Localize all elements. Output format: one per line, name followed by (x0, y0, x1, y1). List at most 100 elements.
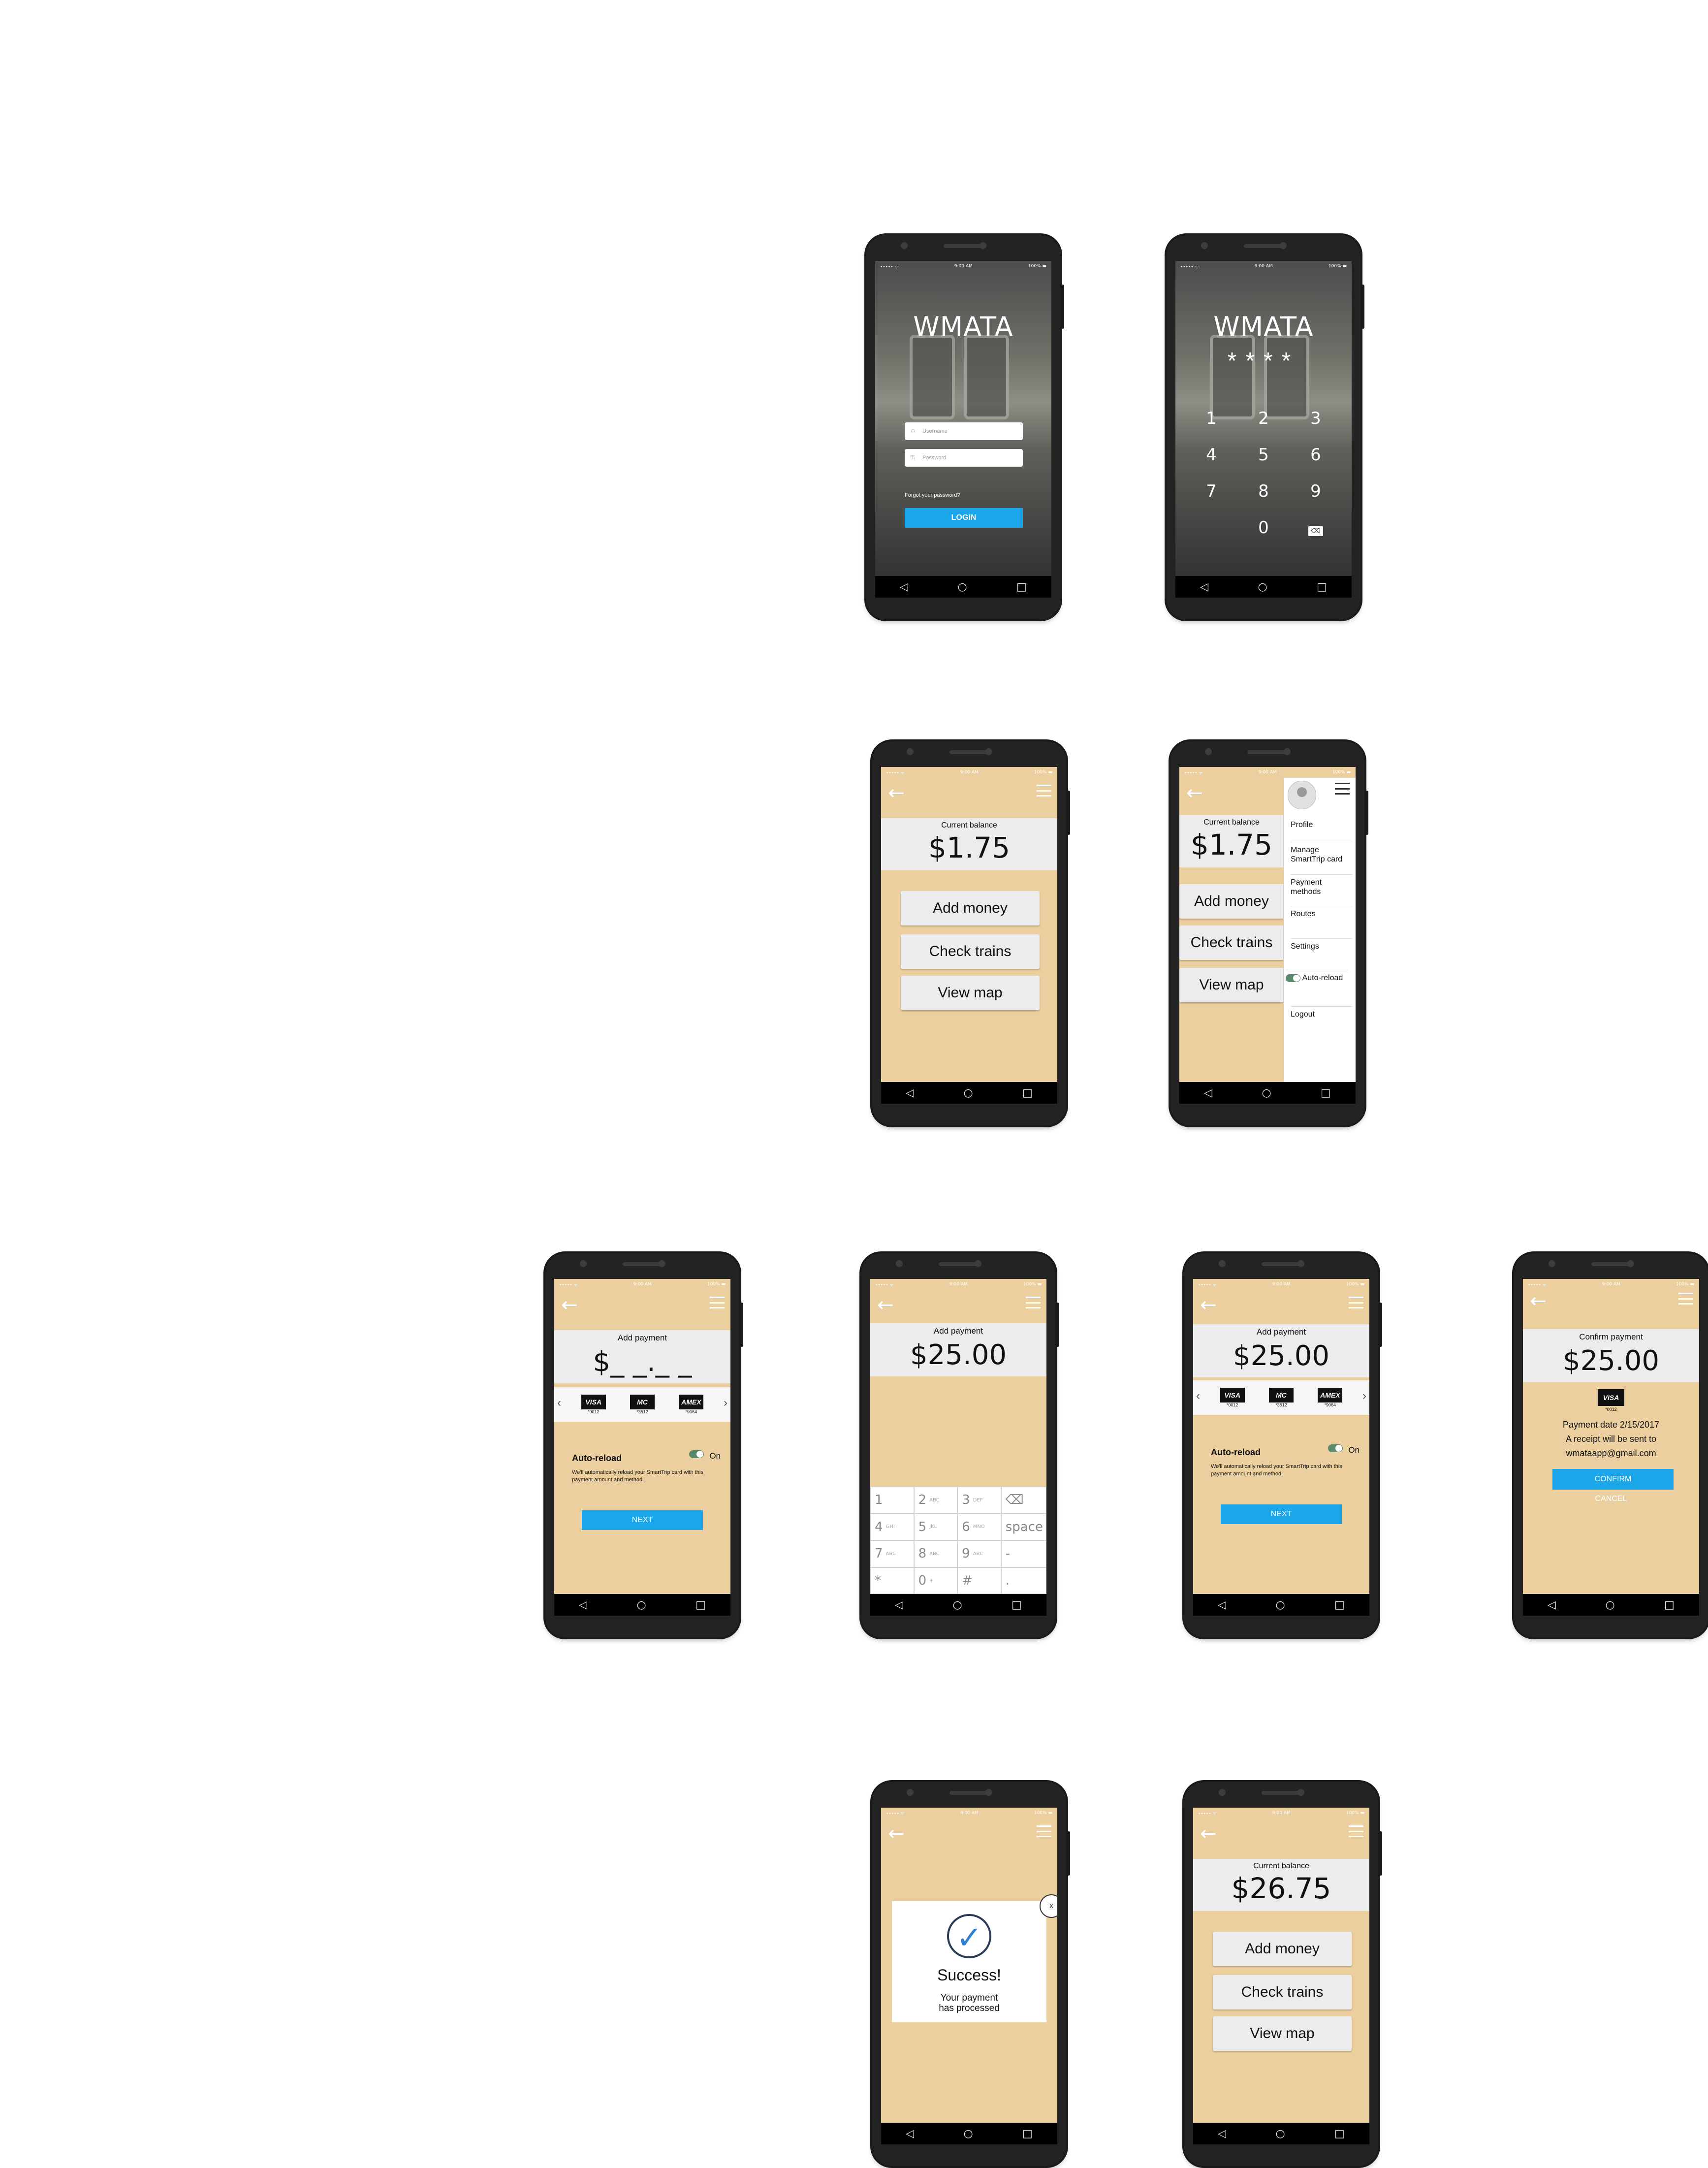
home-nav-icon[interactable]: ○ (963, 1087, 973, 1099)
recent-nav-icon[interactable]: □ (1334, 1599, 1345, 1611)
recent-nav-icon[interactable]: □ (1321, 1087, 1331, 1099)
drawer-item-routes[interactable]: Routes (1291, 906, 1353, 919)
numpad-key[interactable]: space (1001, 1513, 1046, 1540)
home-nav-icon[interactable]: ○ (1275, 1599, 1285, 1611)
numpad-key[interactable]: * (870, 1567, 914, 1594)
back-arrow-icon[interactable]: ← (1530, 1290, 1547, 1312)
card-option[interactable]: AMEX *9064 (679, 1395, 704, 1414)
recent-nav-icon[interactable]: □ (1317, 581, 1327, 593)
card-option[interactable]: MC *3512 (630, 1395, 655, 1414)
amount-input[interactable]: $25.00 (1193, 1340, 1369, 1372)
hamburger-menu-icon[interactable] (710, 1297, 725, 1308)
pin-key[interactable]: 0 (1237, 518, 1290, 538)
drawer-item-auto-reload[interactable]: Auto-reload (1286, 970, 1348, 983)
next-button[interactable]: NEXT (582, 1510, 703, 1530)
back-arrow-icon[interactable]: ← (877, 1294, 894, 1316)
check-trains-button[interactable]: Check trains (1213, 1975, 1352, 2009)
back-nav-icon[interactable]: ◁ (1218, 2128, 1226, 2140)
amount-panel[interactable]: Add payment $_ _._ _ (554, 1330, 730, 1383)
amount-input[interactable]: $_ _._ _ (554, 1346, 730, 1378)
check-trains-button[interactable]: Check trains (1179, 925, 1284, 960)
numpad-key[interactable]: 7 ABC (870, 1540, 914, 1567)
numpad-key[interactable]: 2 ABC (914, 1487, 958, 1514)
recent-nav-icon[interactable]: □ (1016, 581, 1027, 593)
drawer-item-settings[interactable]: Settings (1291, 938, 1353, 951)
hamburger-menu-icon[interactable] (1037, 1825, 1051, 1837)
recent-nav-icon[interactable]: □ (1012, 1599, 1022, 1611)
home-nav-icon[interactable]: ○ (1262, 1087, 1271, 1099)
back-nav-icon[interactable]: ◁ (895, 1599, 903, 1611)
next-button[interactable]: NEXT (1221, 1504, 1342, 1524)
pin-key[interactable]: 2 (1237, 409, 1290, 428)
pin-key[interactable]: 7 (1185, 481, 1237, 501)
chevron-left-icon[interactable]: ‹ (557, 1396, 561, 1410)
back-arrow-icon[interactable]: ← (888, 1822, 905, 1845)
pin-key[interactable]: 8 (1237, 481, 1290, 501)
auto-reload-toggle[interactable] (1286, 974, 1300, 982)
back-nav-icon[interactable]: ◁ (1200, 581, 1208, 593)
pin-key[interactable]: 9 (1290, 481, 1342, 501)
drawer-item-manage-card[interactable]: Manage SmartTrip card (1291, 842, 1353, 864)
numpad-key[interactable]: 4 GHI (870, 1513, 914, 1540)
hamburger-menu-icon[interactable] (1335, 783, 1350, 795)
amount-panel[interactable]: Add payment $25.00 (870, 1323, 1046, 1376)
back-arrow-icon[interactable]: ← (561, 1294, 578, 1316)
numpad-key[interactable]: 9 ABC (957, 1540, 1001, 1567)
back-arrow-icon[interactable]: ← (1200, 1822, 1217, 1845)
check-trains-button[interactable]: Check trains (901, 934, 1040, 969)
pin-key[interactable]: 4 (1185, 445, 1237, 465)
numpad-key[interactable]: ⌫ (1001, 1487, 1046, 1514)
numpad-key[interactable]: 3 DEF (957, 1487, 1001, 1514)
back-arrow-icon[interactable]: ← (1200, 1294, 1217, 1316)
numpad-key[interactable]: 8 ABC (914, 1540, 958, 1567)
back-arrow-icon[interactable]: ← (888, 782, 905, 804)
back-nav-icon[interactable]: ◁ (1204, 1087, 1212, 1099)
numpad-key[interactable]: # (957, 1567, 1001, 1594)
add-money-button[interactable]: Add money (1213, 1932, 1352, 1966)
username-input[interactable]: ⚇ Username (905, 422, 1023, 440)
numpad-key[interactable]: 5 JKL (914, 1513, 958, 1540)
home-nav-icon[interactable]: ○ (952, 1599, 962, 1611)
chevron-right-icon[interactable]: › (724, 1396, 727, 1410)
back-nav-icon[interactable]: ◁ (1548, 1599, 1556, 1611)
recent-nav-icon[interactable]: □ (1022, 1087, 1033, 1099)
hamburger-menu-icon[interactable] (1349, 1825, 1363, 1837)
view-map-button[interactable]: View map (1179, 968, 1284, 1002)
auto-reload-toggle[interactable] (689, 1450, 704, 1458)
chevron-left-icon[interactable]: ‹ (1196, 1389, 1200, 1403)
card-option[interactable]: VISA *0012 (1220, 1388, 1245, 1407)
back-nav-icon[interactable]: ◁ (1218, 1599, 1226, 1611)
forgot-password-link[interactable]: Forgot your password? (905, 492, 960, 498)
back-nav-icon[interactable]: ◁ (900, 581, 908, 593)
card-option[interactable]: MC *3512 (1268, 1388, 1294, 1407)
back-nav-icon[interactable]: ◁ (579, 1599, 587, 1611)
recent-nav-icon[interactable]: □ (1664, 1599, 1675, 1611)
home-nav-icon[interactable]: ○ (1258, 581, 1267, 593)
drawer-item-payment-methods[interactable]: Payment methods (1291, 874, 1353, 896)
recent-nav-icon[interactable]: □ (1334, 2128, 1345, 2140)
back-nav-icon[interactable]: ◁ (906, 2128, 914, 2140)
back-nav-icon[interactable]: ◁ (906, 1087, 914, 1099)
hamburger-menu-icon[interactable] (1026, 1297, 1041, 1308)
login-button[interactable]: LOGIN (905, 508, 1023, 528)
amount-panel[interactable]: Add payment $25.00 (1193, 1324, 1369, 1377)
auto-reload-toggle[interactable] (1328, 1444, 1343, 1452)
view-map-button[interactable]: View map (901, 976, 1040, 1010)
back-arrow-icon[interactable]: ← (1186, 782, 1203, 804)
card-option[interactable]: VISA *0012 (581, 1395, 606, 1414)
numpad-key[interactable]: - (1001, 1540, 1046, 1567)
avatar[interactable] (1288, 781, 1316, 809)
pin-key[interactable]: 6 (1290, 445, 1342, 465)
delete-key[interactable]: ⌫ (1290, 518, 1342, 538)
home-nav-icon[interactable]: ○ (1605, 1599, 1614, 1611)
amount-input[interactable]: $25.00 (870, 1339, 1046, 1371)
pin-key[interactable]: 1 (1185, 409, 1237, 428)
home-nav-icon[interactable]: ○ (636, 1599, 646, 1611)
numpad-key[interactable]: 6 MNO (957, 1513, 1001, 1540)
hamburger-menu-icon[interactable] (1678, 1293, 1693, 1305)
recent-nav-icon[interactable]: □ (1022, 2128, 1033, 2140)
card-option[interactable]: AMEX *9064 (1318, 1388, 1343, 1407)
recent-nav-icon[interactable]: □ (696, 1599, 706, 1611)
hamburger-menu-icon[interactable] (1349, 1297, 1363, 1308)
confirm-button[interactable]: CONFIRM (1552, 1469, 1674, 1490)
